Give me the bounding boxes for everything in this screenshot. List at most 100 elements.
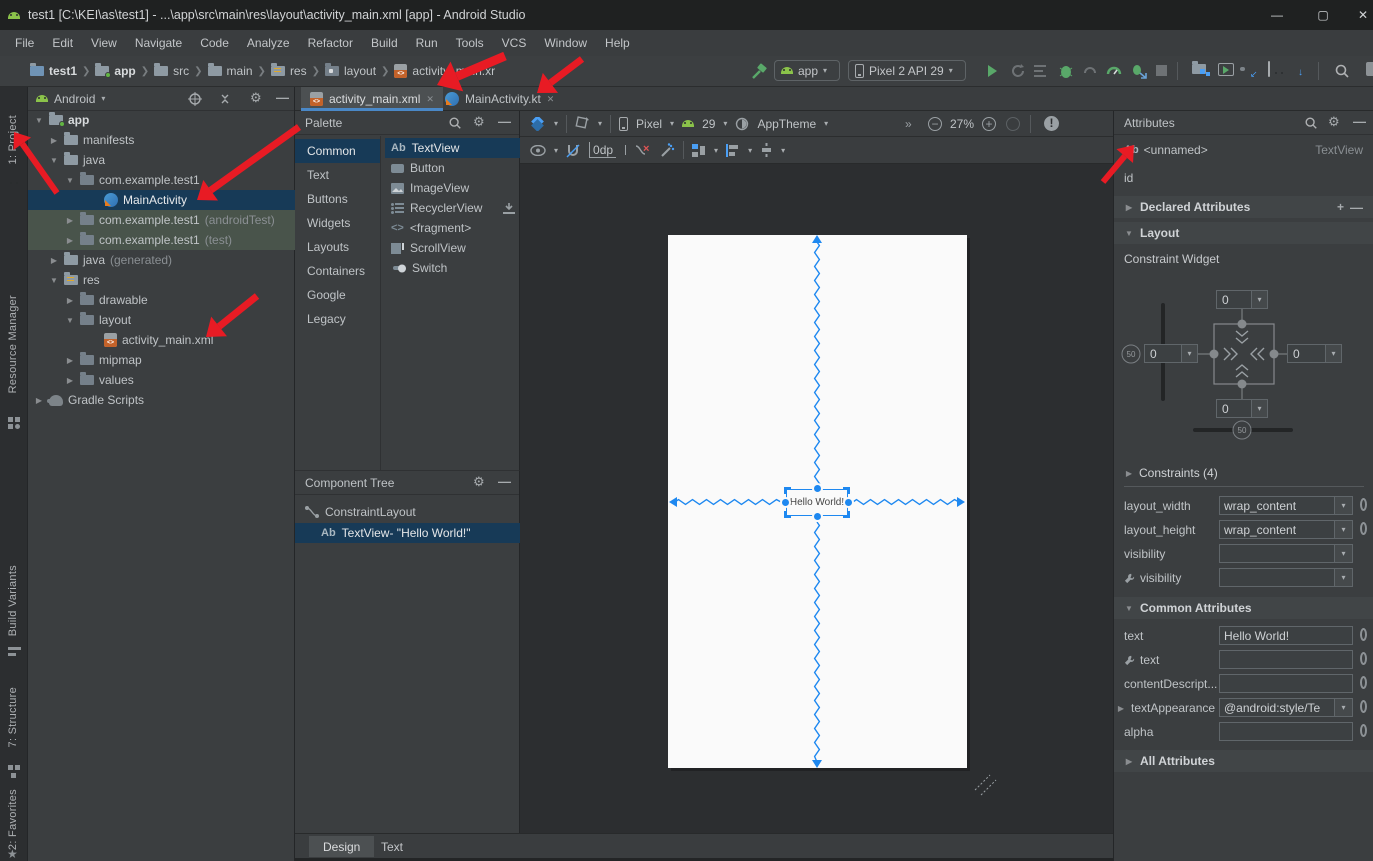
constraint-handle-top[interactable] bbox=[812, 483, 823, 494]
search-icon[interactable] bbox=[448, 116, 462, 130]
emulator-icon[interactable] bbox=[1218, 63, 1234, 76]
close-button[interactable]: ✕ bbox=[1350, 8, 1373, 22]
tree-item-activity-main-xml[interactable]: activity_main.xml bbox=[28, 330, 295, 350]
tree-item-layout[interactable]: ▼layout bbox=[28, 310, 295, 330]
tree-item-drawable[interactable]: ▶drawable bbox=[28, 290, 295, 310]
hide-panel-icon[interactable]: — bbox=[498, 114, 511, 129]
minimize-button[interactable]: — bbox=[1264, 8, 1290, 22]
expand-icon[interactable]: ▼ bbox=[65, 316, 75, 325]
text-input[interactable]: Hello World! bbox=[1219, 626, 1353, 645]
expand-icon[interactable]: ▶ bbox=[65, 236, 75, 245]
palette-item-fragment[interactable]: <><fragment> bbox=[385, 218, 520, 238]
run-button[interactable] bbox=[988, 65, 997, 77]
pick-resource-icon[interactable] bbox=[1360, 522, 1367, 535]
maximize-button[interactable]: ▢ bbox=[1310, 8, 1336, 22]
search-icon[interactable] bbox=[1304, 116, 1318, 130]
stripe-build-variants[interactable]: Build Variants bbox=[7, 565, 19, 636]
settings-gear-icon[interactable]: ⚙ bbox=[250, 90, 262, 106]
menu-window[interactable]: Window bbox=[535, 36, 596, 50]
menu-analyze[interactable]: Analyze bbox=[238, 36, 299, 50]
layout-width-select[interactable]: wrap_content▾ bbox=[1219, 496, 1353, 515]
palette-item-scrollview[interactable]: ScrollView bbox=[385, 238, 520, 258]
tree-item-mainactivity[interactable]: MainActivity bbox=[28, 190, 295, 210]
settings-gear-icon[interactable]: ⚙ bbox=[473, 474, 485, 490]
margin-left-select[interactable]: 0▾ bbox=[1144, 344, 1198, 363]
tree-item-gradle-scripts[interactable]: ▶Gradle Scripts bbox=[28, 390, 295, 410]
content-description-input[interactable] bbox=[1219, 674, 1353, 693]
menu-build[interactable]: Build bbox=[362, 36, 407, 50]
locate-file-icon[interactable] bbox=[188, 92, 202, 106]
close-tab-icon[interactable]: ✕ bbox=[426, 94, 434, 105]
tab-mainactivity-kt[interactable]: MainActivity.kt ✕ bbox=[436, 87, 563, 111]
palette-item-recyclerview[interactable]: RecyclerView bbox=[385, 198, 520, 218]
close-tab-icon[interactable]: ✕ bbox=[547, 94, 555, 105]
tree-item-app[interactable]: ▼app bbox=[28, 110, 295, 130]
text-appearance-select[interactable]: @android:style/Te▾ bbox=[1219, 698, 1353, 717]
breadcrumb-main[interactable]: main bbox=[208, 64, 253, 78]
constraint-handle-bottom[interactable] bbox=[812, 511, 823, 522]
constraints-section[interactable]: ▶ Constraints (4) bbox=[1114, 462, 1373, 484]
restart-activity-icon[interactable] bbox=[1010, 63, 1026, 79]
menu-code[interactable]: Code bbox=[191, 36, 238, 50]
tools-visibility-select[interactable]: ▾ bbox=[1219, 568, 1353, 587]
pick-resource-icon[interactable] bbox=[1360, 498, 1367, 511]
menu-vcs[interactable]: VCS bbox=[493, 36, 536, 50]
menu-view[interactable]: View bbox=[82, 36, 126, 50]
margin-bottom-select[interactable]: 0▾ bbox=[1216, 399, 1268, 418]
palette-category-buttons[interactable]: Buttons bbox=[295, 187, 380, 211]
tab-activity-main-xml[interactable]: activity_main.xml ✕ bbox=[301, 87, 443, 111]
palette-item-imageview[interactable]: ImageView bbox=[385, 178, 520, 198]
expand-icon[interactable]: ▶ bbox=[65, 296, 75, 305]
breadcrumb-app[interactable]: app bbox=[95, 64, 135, 78]
breadcrumb-activity-main[interactable]: activity_main.xr bbox=[394, 64, 495, 78]
expand-icon[interactable]: ▼ bbox=[65, 176, 75, 185]
pick-resource-icon[interactable] bbox=[1360, 724, 1367, 737]
tree-item-package[interactable]: ▼com.example.test1 bbox=[28, 170, 295, 190]
layout-height-select[interactable]: wrap_content▾ bbox=[1219, 520, 1353, 539]
breadcrumb-res[interactable]: res bbox=[271, 64, 307, 78]
add-attribute-icon[interactable]: + bbox=[1337, 200, 1344, 214]
expand-icon[interactable]: ▼ bbox=[49, 156, 59, 165]
menu-navigate[interactable]: Navigate bbox=[126, 36, 191, 50]
component-constraintlayout[interactable]: ConstraintLayout bbox=[295, 502, 520, 522]
palette-category-text[interactable]: Text bbox=[295, 163, 380, 187]
constraint-handle-right[interactable] bbox=[843, 497, 854, 508]
menu-run[interactable]: Run bbox=[407, 36, 447, 50]
collapse-all-icon[interactable] bbox=[218, 92, 232, 106]
alpha-input[interactable] bbox=[1219, 722, 1353, 741]
hide-panel-icon[interactable]: — bbox=[276, 90, 289, 105]
tools-text-input[interactable] bbox=[1219, 650, 1353, 669]
tree-item-java-generated[interactable]: ▶java(generated) bbox=[28, 250, 295, 270]
settings-gear-icon[interactable]: ⚙ bbox=[473, 114, 485, 130]
tree-item-values[interactable]: ▶values bbox=[28, 370, 295, 390]
tree-item-res[interactable]: ▼res bbox=[28, 270, 295, 290]
stripe-structure[interactable]: 7: Structure bbox=[7, 687, 19, 747]
breadcrumb-layout[interactable]: layout bbox=[325, 64, 376, 78]
tree-item-package-test[interactable]: ▶com.example.test1(test) bbox=[28, 230, 295, 250]
profile-icon[interactable] bbox=[1082, 63, 1098, 79]
stripe-resource-manager[interactable]: Resource Manager bbox=[7, 295, 19, 393]
palette-item-switch[interactable]: Switch bbox=[385, 258, 520, 278]
visibility-select[interactable]: ▾ bbox=[1219, 544, 1353, 563]
target-device-select[interactable]: Pixel 2 API 29 ▾ bbox=[848, 60, 966, 81]
tab-design[interactable]: Design bbox=[309, 836, 374, 857]
profiler-gauge-icon[interactable] bbox=[1106, 63, 1122, 79]
run-configuration-select[interactable]: app ▾ bbox=[774, 60, 840, 81]
notifications-icon[interactable] bbox=[1366, 62, 1373, 76]
avd-manager-icon[interactable] bbox=[1268, 62, 1270, 76]
component-textview[interactable]: Ab TextView- "Hello World!" bbox=[295, 523, 520, 543]
hide-panel-icon[interactable]: — bbox=[1353, 114, 1366, 129]
canvas-textview-widget[interactable]: Hello World! bbox=[786, 489, 848, 516]
hide-panel-icon[interactable]: — bbox=[498, 474, 511, 489]
breadcrumb-src[interactable]: src bbox=[154, 64, 189, 78]
device-file-explorer-icon[interactable] bbox=[1192, 63, 1206, 77]
pick-resource-icon[interactable] bbox=[1360, 676, 1367, 689]
palette-category-widgets[interactable]: Widgets bbox=[295, 211, 380, 235]
expand-icon[interactable]: ▶ bbox=[65, 216, 75, 225]
tree-item-manifests[interactable]: ▶manifests bbox=[28, 130, 295, 150]
attach-debugger-icon[interactable] bbox=[1130, 62, 1148, 80]
expand-icon[interactable]: ▼ bbox=[34, 116, 44, 125]
menu-edit[interactable]: Edit bbox=[43, 36, 82, 50]
menu-file[interactable]: File bbox=[6, 36, 43, 50]
pick-resource-icon[interactable] bbox=[1360, 652, 1367, 665]
